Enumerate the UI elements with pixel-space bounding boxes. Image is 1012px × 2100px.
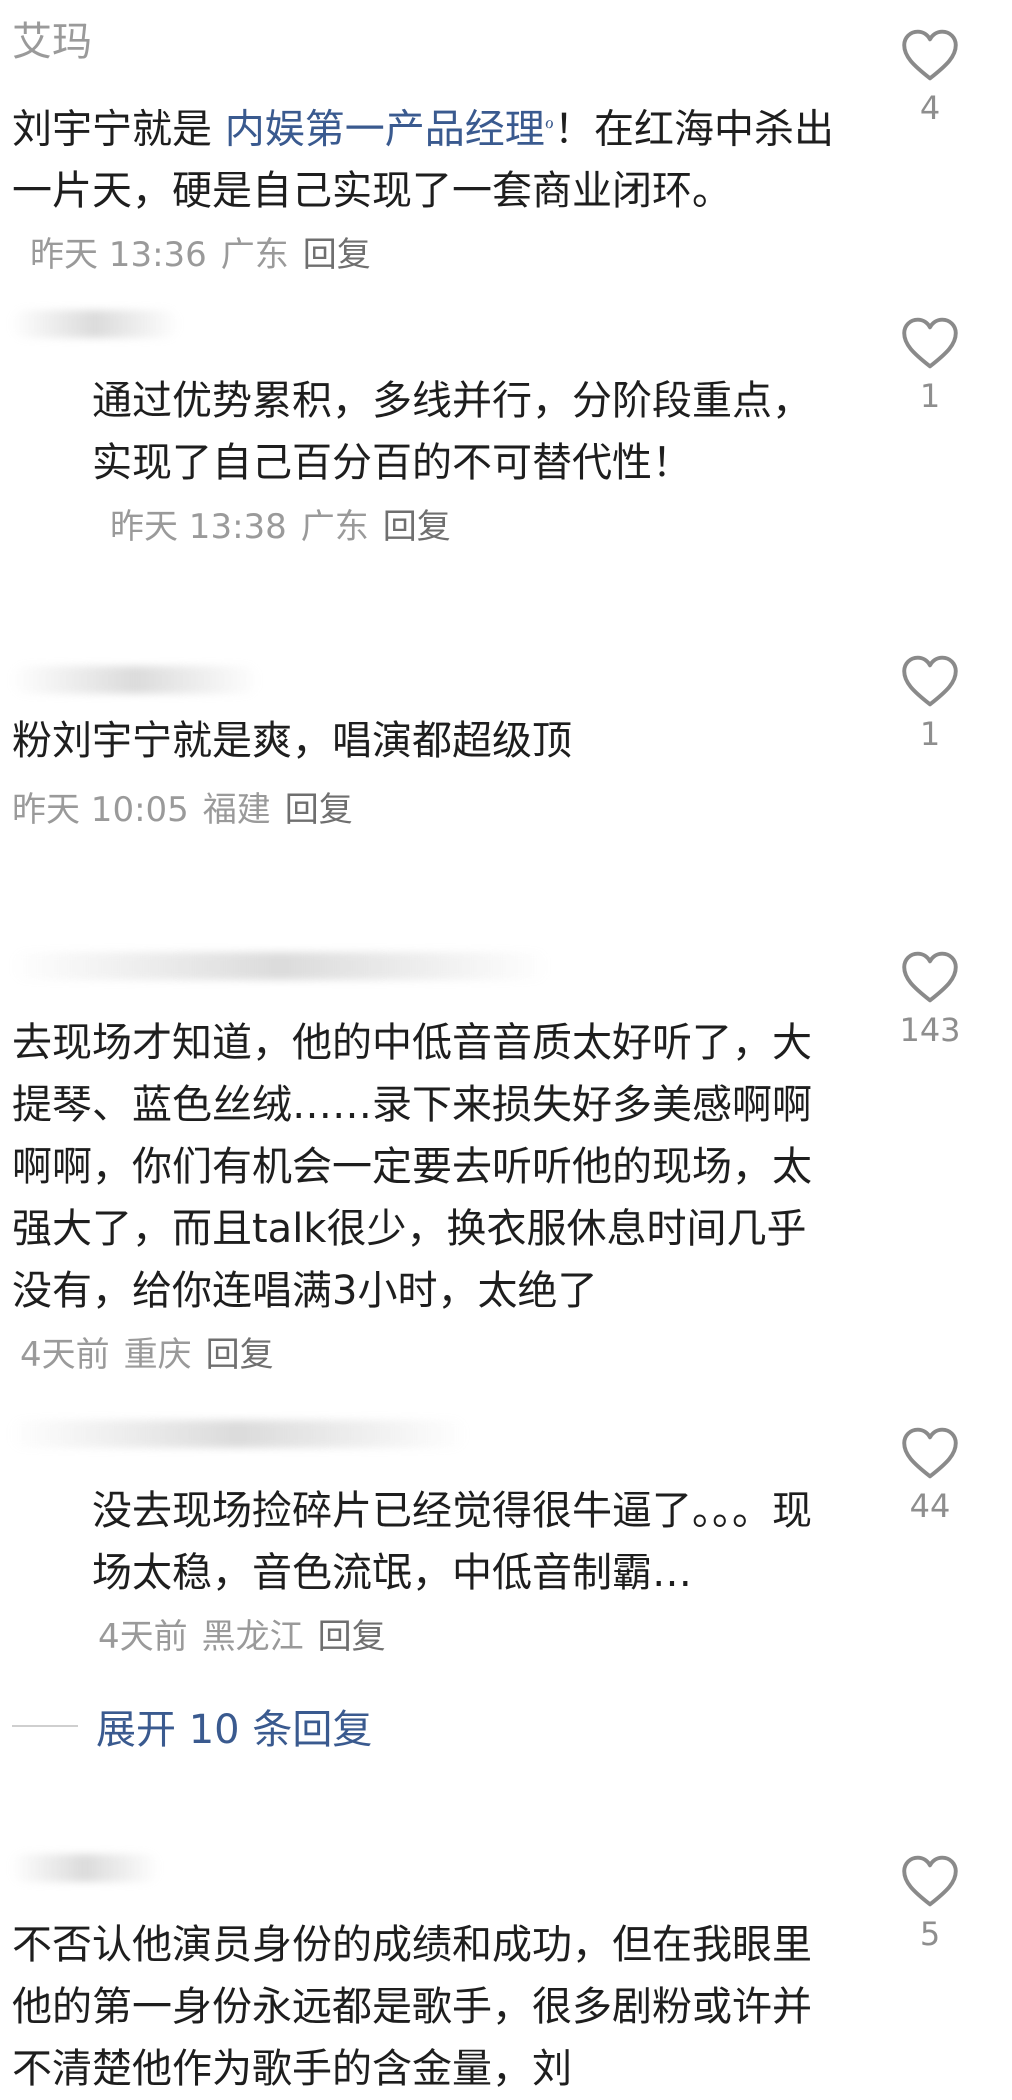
comment-text-part: 粉刘宇宁就是爽，唱演都超级顶 [12,718,572,764]
heart-outline-icon [902,29,958,81]
like-button[interactable]: 4 [880,28,980,128]
heart-outline-icon [902,951,958,1003]
comment-text[interactable]: 去现场才知道，他的中低音音质太好听了，大提琴、蓝色丝绒……录下来损失好多美感啊啊… [12,1012,842,1386]
comment-meta: 4天前 重庆 回复 [20,1335,274,1375]
expand-replies-label: 展开 10 条回复 [96,1707,373,1753]
comment-meta: 昨天 13:36 广东 回复 [30,235,371,275]
like-count: 4 [919,89,941,127]
reply-button[interactable]: 回复 [206,1335,274,1375]
location: 重庆 [123,1335,192,1375]
location: 广东 [220,235,289,276]
like-button[interactable]: 5 [880,1854,980,1954]
like-count: 1 [919,715,941,753]
comment-text[interactable]: 通过优势累积，多线并行，分阶段重点，实现了自己百分百的不可替代性！ 昨天 13:… [92,370,842,558]
heart-outline-icon [902,1427,958,1479]
like-button[interactable]: 44 [880,1426,980,1526]
like-count: 143 [899,1011,961,1049]
avatar[interactable] [8,1420,468,1448]
comment-text[interactable]: 没去现场捡碎片已经觉得很牛逼了。。。现场太稳，音色流氓，中低音制霸… 4天前 黑龙… [92,1480,842,1668]
comment-meta: 4天前 黑龙江 回复 [98,1617,386,1657]
comment-text[interactable]: 粉刘宇宁就是爽，唱演都超级顶 [12,710,842,772]
comment-text-part: 刘宇宁就是 [12,106,225,153]
location: 福建 [202,790,271,830]
timestamp: 4天前 [98,1617,188,1657]
like-button[interactable]: 143 [880,950,980,1050]
topic-link[interactable]: 内娱第一产品经理 [225,106,545,152]
location: 黑龙江 [201,1617,304,1657]
comment-text-part: 没去现场捡碎片已经觉得很牛逼了。。。现场太稳，音色流氓，中低音制霸… [92,1488,812,1596]
comment-meta: 昨天 10:05 福建 回复 [12,786,353,834]
expand-divider [12,1725,78,1727]
reply-button[interactable]: 回复 [285,790,353,830]
like-count: 5 [919,1915,941,1953]
timestamp: 4天前 [20,1335,110,1375]
comment-text-part: 通过优势累积，多线并行，分阶段重点，实现了自己百分百的不可替代性！ [92,378,812,486]
reply-button[interactable]: 回复 [303,235,371,275]
avatar[interactable] [10,1854,160,1882]
like-button[interactable]: 1 [880,316,980,416]
expand-replies-button[interactable]: 展开 10 条回复 [12,1696,372,1756]
timestamp: 昨天 13:36 [30,235,207,276]
comment-text[interactable]: 刘宇宁就是 内娱第一产品经理ℴ！在红海中杀出一片天，硬是自己实现了一套商业闭环。… [12,90,842,286]
username[interactable]: 艾玛 [12,18,92,66]
like-count: 44 [909,1487,951,1525]
avatar[interactable] [10,666,260,694]
location: 广东 [300,507,369,547]
comment-text[interactable]: 不否认他演员身份的成绩和成功，但在我眼里他的第一身份永远都是歌手，很多剧粉或许并… [12,1914,842,2100]
reply-button[interactable]: 回复 [318,1617,386,1657]
like-count: 1 [919,377,941,415]
comment-meta: 昨天 13:38 广东 回复 [110,507,451,547]
timestamp: 昨天 13:38 [110,507,287,547]
comment-text-part: 去现场才知道，他的中低音音质太好听了，大提琴、蓝色丝绒……录下来损失好多美感啊啊… [12,1020,812,1314]
avatar[interactable] [10,952,550,980]
heart-outline-icon [902,317,958,369]
reply-button[interactable]: 回复 [383,507,451,547]
search-icon[interactable]: ℴ [545,109,554,133]
comment-text-part: 不否认他演员身份的成绩和成功，但在我眼里他的第一身份永远都是歌手，很多剧粉或许并… [12,1922,812,2092]
avatar[interactable] [10,310,180,338]
heart-outline-icon [902,655,958,707]
like-button[interactable]: 1 [880,654,980,754]
timestamp: 昨天 10:05 [12,790,189,830]
heart-outline-icon [902,1855,958,1907]
